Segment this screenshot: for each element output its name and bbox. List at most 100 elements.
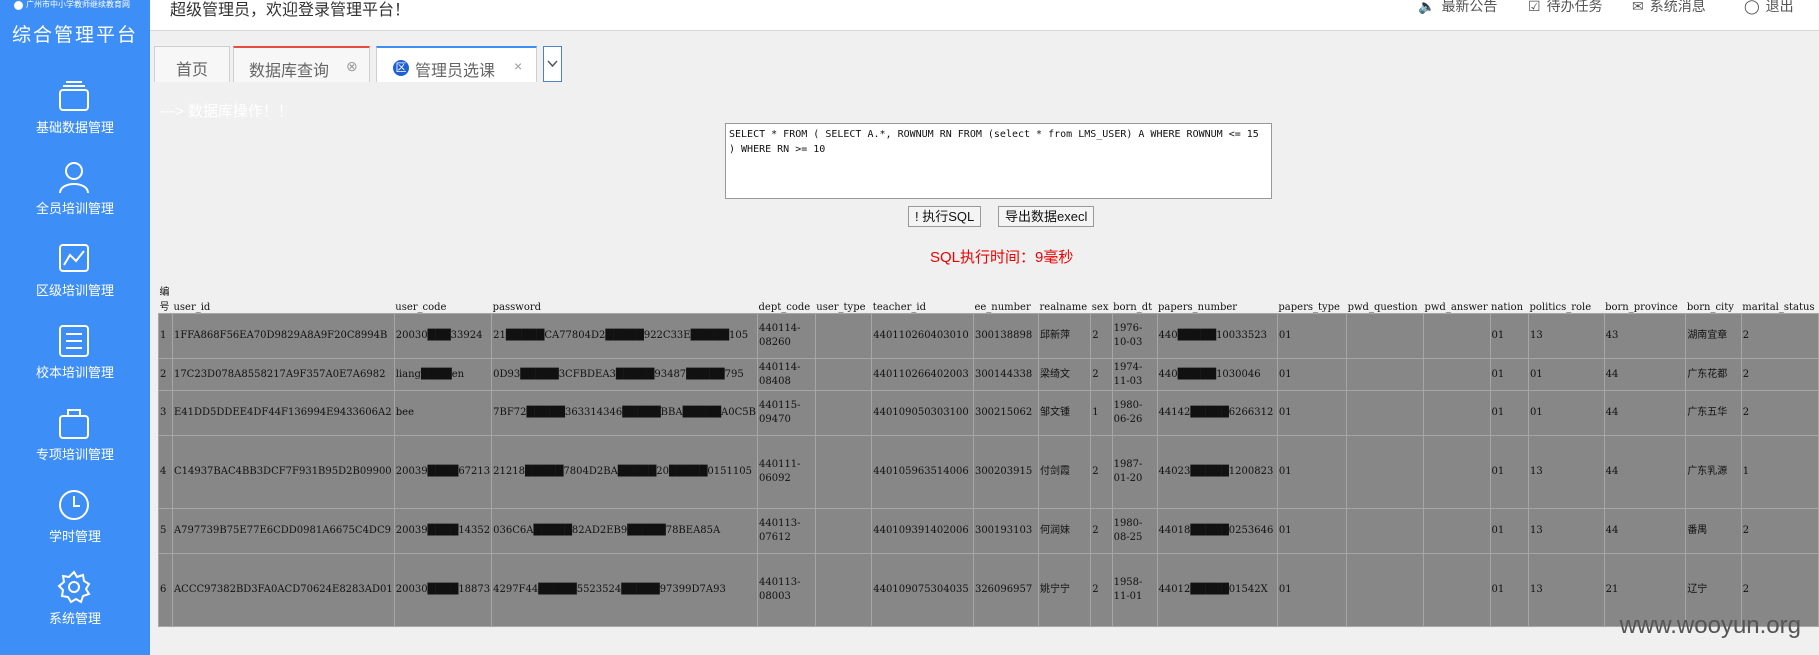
tab-database-query[interactable]: 数据库查询 ⊗	[233, 46, 370, 82]
execute-sql-button[interactable]: ! 执行SQL	[908, 206, 982, 227]
todo-link[interactable]: ☑ 待办任务	[1528, 0, 1603, 16]
power-icon: ◯	[1744, 0, 1760, 14]
speaker-icon: 🔈	[1418, 0, 1436, 14]
table-cell: 1980-08-25	[1111, 508, 1158, 554]
table-cell: 2	[1740, 358, 1819, 391]
messages-link[interactable]: ✉ 系统消息	[1632, 0, 1706, 16]
tab-dropdown-button[interactable]	[543, 46, 562, 82]
table-cell: 1	[158, 313, 173, 359]
sidebar-item-special-training[interactable]: 专项培训管理	[0, 397, 150, 477]
sidebar-item-credit-hours[interactable]: 学时管理	[0, 479, 150, 559]
table-cell: 邱新萍	[1037, 313, 1092, 359]
table-cell: 440109050303100	[871, 390, 974, 436]
table-cell: 44	[1603, 358, 1687, 391]
logout-link[interactable]: ◯ 退出	[1744, 0, 1794, 16]
table-cell: 4297F44█████5523524█████97399D7A93	[491, 553, 758, 627]
table-cell: liang████en	[393, 358, 493, 391]
table-row: 4 C14937BAC4BB3DCF7F931B95D2B09900 20039██…	[158, 435, 1819, 509]
table-cell: 300138898	[972, 313, 1040, 359]
table-row: 1 1FFA868F56EA70D9829A8A9F20C8994B 20030██…	[158, 313, 1819, 359]
table-row: 3 E41DD5DDEE4DF44F136994E9433606A2 bee 7BF7…	[158, 390, 1819, 436]
table-cell: 1	[1740, 435, 1819, 509]
table-cell: 440115-09470	[757, 390, 816, 436]
column-header: user_type	[815, 280, 872, 314]
table-cell: 广东乳源	[1685, 435, 1742, 509]
briefcase-icon	[59, 409, 89, 439]
table-cell: 01	[1276, 553, 1348, 627]
sidebar-item-school-training[interactable]: 校本培训管理	[0, 315, 150, 395]
sidebar: 广州市中小学教师继续教育网 综合管理平台 基础数据管理 全员培训管理 区级培训管…	[0, 0, 150, 655]
table-cell: 20039████14352	[393, 508, 493, 554]
column-header: marital_status	[1741, 280, 1819, 314]
todo-label: 待办任务	[1546, 0, 1603, 14]
logo-icon	[14, 1, 23, 10]
export-data-button[interactable]: 导出数据execl	[998, 206, 1095, 227]
column-header: realname	[1038, 280, 1091, 314]
user-icon	[59, 162, 89, 194]
table-cell: 4	[158, 435, 173, 509]
table-cell	[1422, 390, 1491, 436]
table-row: 6 ACCC97382BD3FA0ACD70624E8283AD01 20030██…	[158, 553, 1819, 627]
tab-admin-course-selection[interactable]: 区 管理员选课 ×	[376, 46, 537, 82]
table-cell: 440█████1030046	[1156, 358, 1278, 391]
column-header: 编号	[158, 280, 173, 314]
column-header: politics_role	[1528, 280, 1605, 314]
table-cell	[814, 508, 873, 554]
table-cell: 01	[1489, 390, 1529, 436]
table-cell	[814, 313, 873, 359]
column-header: user_code	[394, 280, 492, 314]
table-cell: 01	[1276, 358, 1348, 391]
table-cell	[1346, 358, 1424, 391]
sidebar-item-label: 区级培训管理	[35, 283, 114, 298]
table-header-row: 编号 user_id user_code password dept_code user_…	[158, 280, 1819, 314]
table-cell: 6	[158, 553, 173, 627]
table-cell: 01	[1276, 390, 1348, 436]
table-cell	[814, 390, 873, 436]
column-header: sex	[1090, 280, 1113, 314]
welcome-text: 超级管理员，欢迎登录管理平台！	[170, 2, 411, 19]
table-cell: 01	[1489, 313, 1529, 359]
tab-home[interactable]: 首页	[154, 46, 230, 82]
table-cell: 7BF72█████363314346█████BBA█████A0C5B	[491, 390, 758, 436]
table-cell	[1422, 508, 1491, 554]
sidebar-item-system[interactable]: 系统管理	[0, 561, 150, 641]
stack-icon	[59, 81, 89, 111]
execution-time: SQL执行时间：9毫秒	[930, 249, 1074, 266]
table-cell: 440110266402003	[871, 358, 974, 391]
table-cell: 2	[1740, 508, 1819, 554]
column-header: papers_number	[1157, 280, 1278, 314]
announcements-label: 最新公告	[1441, 0, 1498, 14]
table-cell: bee	[393, 390, 493, 436]
table-cell: 300144338	[972, 358, 1040, 391]
table-cell: 2	[1090, 313, 1113, 359]
sidebar-item-label: 基础数据管理	[35, 120, 114, 135]
table-cell: 300215062	[972, 390, 1040, 436]
checkbox-icon: ☑	[1528, 0, 1541, 14]
table-cell	[814, 435, 873, 509]
table-cell: C14937BAC4BB3DCF7F931B95D2B09900	[171, 435, 395, 509]
table-cell	[1346, 435, 1424, 509]
sidebar-item-basic-data[interactable]: 基础数据管理	[0, 70, 150, 150]
close-circle-icon[interactable]: ⊗	[346, 58, 358, 75]
announcements-link[interactable]: 🔈 最新公告	[1418, 0, 1497, 16]
table-cell: 广东花都	[1685, 358, 1742, 391]
table-cell: 01	[1489, 508, 1529, 554]
table-cell: 1980-06-26	[1111, 390, 1158, 436]
table-cell: 01	[1276, 435, 1348, 509]
close-icon[interactable]: ×	[514, 58, 522, 74]
table-cell: 440114-08408	[757, 358, 816, 391]
sidebar-item-all-staff-training[interactable]: 全员培训管理	[0, 151, 150, 231]
table-cell: 0D93█████3CFBDEA3█████93487█████795	[491, 358, 758, 391]
table-cell: 3	[158, 390, 173, 436]
column-header: born_province	[1604, 280, 1686, 314]
table-cell: 2	[1740, 313, 1819, 359]
sql-input[interactable]: SELECT * FROM ( SELECT A.*, ROWNUM RN FR…	[725, 123, 1272, 199]
table-cell: 01	[1527, 358, 1605, 391]
sidebar-item-district-training[interactable]: 区级培训管理	[0, 233, 150, 313]
table-cell	[1422, 553, 1491, 627]
table-cell: 13	[1527, 435, 1605, 509]
table-cell	[814, 553, 873, 627]
table-cell: 440█████10033523	[1156, 313, 1278, 359]
table-cell: 01	[1489, 435, 1529, 509]
table-row: 5 A797739B75E77E6CDD0981A6675C4DC9 20039██…	[158, 508, 1819, 554]
